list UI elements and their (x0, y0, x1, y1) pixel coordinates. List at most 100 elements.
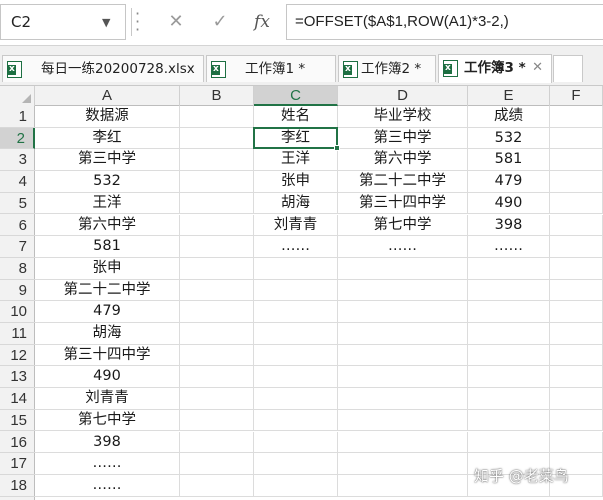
cell-a16[interactable]: 398 (35, 431, 180, 454)
fill-handle[interactable] (334, 145, 340, 152)
cell-f2[interactable] (550, 127, 603, 150)
formula-input[interactable]: =OFFSET($A$1,ROW(A1)*3-2,) (286, 4, 603, 40)
cell-c6[interactable]: 刘青青 (254, 214, 338, 237)
cell-b16[interactable] (180, 431, 254, 454)
cell-a11[interactable]: 胡海 (35, 323, 180, 345)
cell-d7[interactable]: …… (338, 236, 468, 258)
cell-c7[interactable]: …… (254, 236, 338, 258)
cell-e11[interactable] (468, 323, 550, 345)
row-header-2[interactable]: 2 (0, 127, 35, 150)
row-header-8[interactable]: 8 (0, 258, 35, 280)
tab-workbook-2[interactable]: 工作簿2 * (338, 55, 436, 82)
cell-d15[interactable] (338, 409, 468, 432)
cell-d17[interactable] (338, 453, 468, 475)
row-header-5[interactable]: 5 (0, 193, 35, 215)
cell-b9[interactable] (180, 279, 254, 302)
cell-a12[interactable]: 第三十四中学 (35, 344, 180, 367)
cell-a3[interactable]: 第三中学 (35, 149, 180, 172)
cell-a2[interactable]: 李红 (35, 127, 180, 150)
new-tab-button[interactable] (553, 55, 583, 82)
cell-f5[interactable] (550, 192, 603, 215)
cell-a1[interactable]: 数据源 (35, 106, 180, 128)
cell-f12[interactable] (550, 344, 603, 367)
cell-b2[interactable] (180, 127, 254, 150)
cell-b15[interactable] (180, 409, 254, 432)
cell-a8[interactable]: 张申 (35, 257, 180, 280)
cancel-icon[interactable]: ✕ (162, 8, 190, 36)
cell-a5[interactable]: 王洋 (35, 192, 180, 215)
cell-d11[interactable] (338, 323, 468, 345)
row-header-13[interactable]: 13 (0, 366, 35, 389)
cell-f16[interactable] (550, 431, 603, 454)
cell-a13[interactable]: 490 (35, 366, 180, 389)
cell-f13[interactable] (550, 366, 603, 389)
cell-c1[interactable]: 姓名 (254, 106, 338, 128)
cell-f6[interactable] (550, 214, 603, 237)
column-header-d[interactable]: D (338, 86, 468, 106)
cell-f10[interactable] (550, 301, 603, 323)
cell-e3[interactable]: 581 (468, 149, 550, 172)
row-header-18[interactable]: 18 (0, 475, 35, 497)
row-header-12[interactable]: 12 (0, 345, 35, 367)
cell-b10[interactable] (180, 301, 254, 323)
cell-e13[interactable] (468, 366, 550, 389)
row-header-14[interactable]: 14 (0, 388, 35, 410)
cell-b18[interactable] (180, 474, 254, 497)
row-header-10[interactable]: 10 (0, 301, 35, 323)
row-header-16[interactable]: 16 (0, 432, 35, 454)
cell-d16[interactable] (338, 431, 468, 454)
cell-e9[interactable] (468, 279, 550, 302)
cell-e12[interactable] (468, 344, 550, 367)
column-header-f[interactable]: F (550, 86, 603, 106)
cell-b8[interactable] (180, 257, 254, 280)
cell-f7[interactable] (550, 236, 603, 258)
cell-b13[interactable] (180, 366, 254, 389)
cell-c12[interactable] (254, 344, 338, 367)
cell-d9[interactable] (338, 279, 468, 302)
cell-b1[interactable] (180, 106, 254, 128)
tab-workbook-daily[interactable]: 每日一练20200728.xlsx (2, 55, 204, 82)
close-icon[interactable]: ✕ (532, 55, 543, 81)
cell-c2[interactable]: 李红 (254, 127, 338, 150)
cell-b12[interactable] (180, 344, 254, 367)
cell-a6[interactable]: 第六中学 (35, 214, 180, 237)
cell-c14[interactable] (254, 388, 338, 410)
cell-a4[interactable]: 532 (35, 171, 180, 193)
cell-f1[interactable] (550, 106, 603, 128)
cell-f14[interactable] (550, 388, 603, 410)
cell-e10[interactable] (468, 301, 550, 323)
cell-e4[interactable]: 479 (468, 171, 550, 193)
cell-d10[interactable] (338, 301, 468, 323)
row-header-9[interactable]: 9 (0, 280, 35, 302)
column-header-a[interactable]: A (35, 86, 180, 106)
row-header-1[interactable]: 1 (0, 106, 35, 128)
cell-a14[interactable]: 刘青青 (35, 388, 180, 410)
row-header-15[interactable]: 15 (0, 410, 35, 432)
row-header-11[interactable]: 11 (0, 323, 35, 345)
cell-a18[interactable]: …… (35, 474, 180, 497)
row-header-17[interactable]: 17 (0, 453, 35, 475)
cell-b17[interactable] (180, 453, 254, 475)
cell-e8[interactable] (468, 257, 550, 280)
cell-f4[interactable] (550, 171, 603, 193)
select-all-button[interactable] (0, 86, 35, 106)
column-header-e[interactable]: E (468, 86, 550, 106)
insert-function-icon[interactable]: fx (248, 8, 276, 36)
cell-e6[interactable]: 398 (468, 214, 550, 237)
cell-b5[interactable] (180, 192, 254, 215)
cell-b6[interactable] (180, 214, 254, 237)
column-header-c[interactable]: C (254, 86, 338, 106)
column-header-b[interactable]: B (180, 86, 254, 106)
cell-c3[interactable]: 王洋 (254, 149, 338, 172)
cell-c5[interactable]: 胡海 (254, 192, 338, 215)
cell-f8[interactable] (550, 257, 603, 280)
cell-e1[interactable]: 成绩 (468, 106, 550, 128)
cell-d1[interactable]: 毕业学校 (338, 106, 468, 128)
chevron-down-icon[interactable]: ▼ (102, 16, 110, 29)
cell-c4[interactable]: 张申 (254, 171, 338, 193)
row-header-6[interactable]: 6 (0, 215, 35, 237)
cell-d18[interactable] (338, 474, 468, 497)
cell-b7[interactable] (180, 236, 254, 258)
cell-c13[interactable] (254, 366, 338, 389)
cell-e7[interactable]: …… (468, 236, 550, 258)
